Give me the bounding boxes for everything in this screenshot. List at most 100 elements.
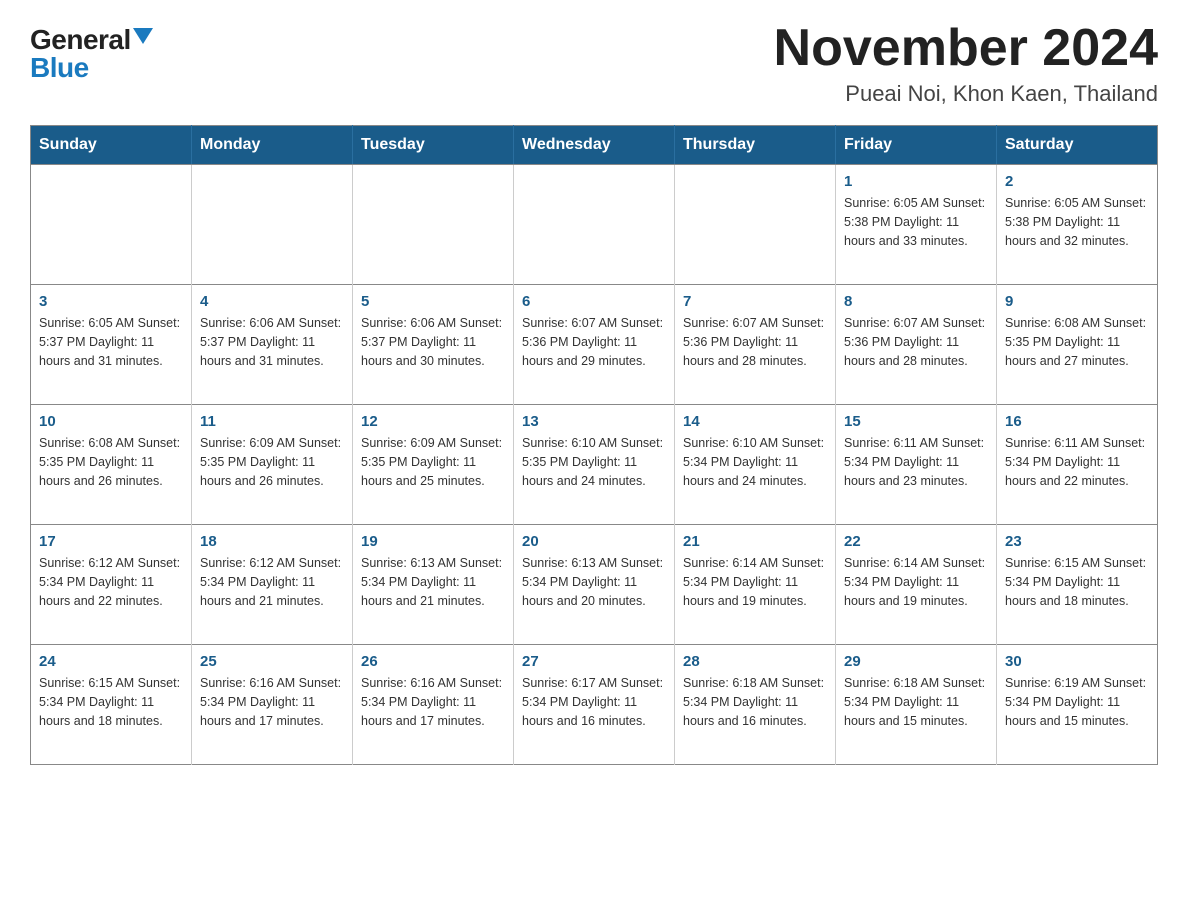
day-number: 6	[522, 293, 666, 310]
day-number: 3	[39, 293, 183, 310]
calendar-day-cell: 19 Sunrise: 6:13 AM Sunset: 5:34 PM Dayli…	[353, 525, 514, 645]
day-number: 20	[522, 533, 666, 550]
day-info: Sunrise: 6:11 AM Sunset: 5:34 PM Dayligh…	[1005, 434, 1149, 490]
day-number: 10	[39, 413, 183, 430]
logo-general-text: General	[30, 26, 131, 54]
day-number: 7	[683, 293, 827, 310]
day-number: 25	[200, 653, 344, 670]
calendar-title-area: November 2024 Pueai Noi, Khon Kaen, Thai…	[774, 20, 1158, 107]
logo-triangle-icon	[133, 28, 153, 44]
calendar-day-cell: 29 Sunrise: 6:18 AM Sunset: 5:34 PM Dayli…	[836, 645, 997, 765]
page-header: General Blue November 2024 Pueai Noi, Kh…	[30, 20, 1158, 107]
calendar-header-row: SundayMondayTuesdayWednesdayThursdayFrid…	[31, 126, 1158, 165]
day-info: Sunrise: 6:13 AM Sunset: 5:34 PM Dayligh…	[361, 554, 505, 610]
day-number: 1	[844, 173, 988, 190]
day-info: Sunrise: 6:05 AM Sunset: 5:37 PM Dayligh…	[39, 314, 183, 370]
calendar-day-cell: 30Sunrise: 6:19 AM Sunset: 5:34 PM Dayli…	[997, 645, 1158, 765]
day-number: 21	[683, 533, 827, 550]
day-info: Sunrise: 6:18 AM Sunset: 5:34 PM Dayligh…	[844, 674, 988, 730]
calendar-day-cell	[192, 165, 353, 285]
calendar-week-row: 3 Sunrise: 6:05 AM Sunset: 5:37 PM Daylig…	[31, 285, 1158, 405]
calendar-week-row: 10 Sunrise: 6:08 AM Sunset: 5:35 PM Dayli…	[31, 405, 1158, 525]
day-number: 8	[844, 293, 988, 310]
calendar-day-cell: 2 Sunrise: 6:05 AM Sunset: 5:38 PM Daylig…	[997, 165, 1158, 285]
calendar-day-cell: 1 Sunrise: 6:05 AM Sunset: 5:38 PM Daylig…	[836, 165, 997, 285]
day-number: 14	[683, 413, 827, 430]
day-number: 15	[844, 413, 988, 430]
calendar-day-cell: 3 Sunrise: 6:05 AM Sunset: 5:37 PM Daylig…	[31, 285, 192, 405]
calendar-table: SundayMondayTuesdayWednesdayThursdayFrid…	[30, 125, 1158, 765]
calendar-day-cell: 4 Sunrise: 6:06 AM Sunset: 5:37 PM Daylig…	[192, 285, 353, 405]
logo: General Blue	[30, 20, 153, 82]
day-number: 18	[200, 533, 344, 550]
calendar-day-cell: 15Sunrise: 6:11 AM Sunset: 5:34 PM Dayli…	[836, 405, 997, 525]
day-number: 28	[683, 653, 827, 670]
calendar-day-cell: 9Sunrise: 6:08 AM Sunset: 5:35 PM Daylig…	[997, 285, 1158, 405]
day-number: 29	[844, 653, 988, 670]
day-info: Sunrise: 6:07 AM Sunset: 5:36 PM Dayligh…	[844, 314, 988, 370]
day-info: Sunrise: 6:06 AM Sunset: 5:37 PM Dayligh…	[200, 314, 344, 370]
day-number: 11	[200, 413, 344, 430]
calendar-day-cell: 5Sunrise: 6:06 AM Sunset: 5:37 PM Daylig…	[353, 285, 514, 405]
day-number: 27	[522, 653, 666, 670]
calendar-week-row: 17Sunrise: 6:12 AM Sunset: 5:34 PM Dayli…	[31, 525, 1158, 645]
calendar-day-cell: 28 Sunrise: 6:18 AM Sunset: 5:34 PM Dayli…	[675, 645, 836, 765]
day-info: Sunrise: 6:14 AM Sunset: 5:34 PM Dayligh…	[844, 554, 988, 610]
calendar-day-cell: 24Sunrise: 6:15 AM Sunset: 5:34 PM Dayli…	[31, 645, 192, 765]
calendar-header-cell-friday: Friday	[836, 126, 997, 165]
day-number: 4	[200, 293, 344, 310]
day-info: Sunrise: 6:05 AM Sunset: 5:38 PM Dayligh…	[844, 194, 988, 250]
day-number: 19	[361, 533, 505, 550]
day-info: Sunrise: 6:19 AM Sunset: 5:34 PM Dayligh…	[1005, 674, 1149, 730]
calendar-day-cell	[514, 165, 675, 285]
logo-blue-text: Blue	[30, 54, 89, 82]
calendar-day-cell: 7 Sunrise: 6:07 AM Sunset: 5:36 PM Daylig…	[675, 285, 836, 405]
day-info: Sunrise: 6:10 AM Sunset: 5:35 PM Dayligh…	[522, 434, 666, 490]
calendar-header-cell-wednesday: Wednesday	[514, 126, 675, 165]
calendar-day-cell: 18Sunrise: 6:12 AM Sunset: 5:34 PM Dayli…	[192, 525, 353, 645]
day-info: Sunrise: 6:12 AM Sunset: 5:34 PM Dayligh…	[39, 554, 183, 610]
calendar-day-cell: 26Sunrise: 6:16 AM Sunset: 5:34 PM Dayli…	[353, 645, 514, 765]
calendar-day-cell: 11 Sunrise: 6:09 AM Sunset: 5:35 PM Dayli…	[192, 405, 353, 525]
calendar-body: 1 Sunrise: 6:05 AM Sunset: 5:38 PM Daylig…	[31, 165, 1158, 765]
calendar-header-cell-tuesday: Tuesday	[353, 126, 514, 165]
day-info: Sunrise: 6:07 AM Sunset: 5:36 PM Dayligh…	[683, 314, 827, 370]
calendar-title: November 2024	[774, 20, 1158, 77]
day-number: 2	[1005, 173, 1149, 190]
calendar-header-cell-saturday: Saturday	[997, 126, 1158, 165]
calendar-day-cell: 25 Sunrise: 6:16 AM Sunset: 5:34 PM Dayli…	[192, 645, 353, 765]
calendar-day-cell	[353, 165, 514, 285]
day-info: Sunrise: 6:13 AM Sunset: 5:34 PM Dayligh…	[522, 554, 666, 610]
day-info: Sunrise: 6:09 AM Sunset: 5:35 PM Dayligh…	[200, 434, 344, 490]
day-number: 22	[844, 533, 988, 550]
calendar-day-cell	[675, 165, 836, 285]
calendar-day-cell: 8 Sunrise: 6:07 AM Sunset: 5:36 PM Daylig…	[836, 285, 997, 405]
day-number: 13	[522, 413, 666, 430]
calendar-header: SundayMondayTuesdayWednesdayThursdayFrid…	[31, 126, 1158, 165]
day-info: Sunrise: 6:05 AM Sunset: 5:38 PM Dayligh…	[1005, 194, 1149, 250]
calendar-day-cell	[31, 165, 192, 285]
calendar-day-cell: 20 Sunrise: 6:13 AM Sunset: 5:34 PM Dayli…	[514, 525, 675, 645]
day-number: 24	[39, 653, 183, 670]
calendar-week-row: 24Sunrise: 6:15 AM Sunset: 5:34 PM Dayli…	[31, 645, 1158, 765]
calendar-day-cell: 16 Sunrise: 6:11 AM Sunset: 5:34 PM Dayli…	[997, 405, 1158, 525]
calendar-day-cell: 21Sunrise: 6:14 AM Sunset: 5:34 PM Dayli…	[675, 525, 836, 645]
day-info: Sunrise: 6:09 AM Sunset: 5:35 PM Dayligh…	[361, 434, 505, 490]
day-info: Sunrise: 6:08 AM Sunset: 5:35 PM Dayligh…	[39, 434, 183, 490]
day-info: Sunrise: 6:16 AM Sunset: 5:34 PM Dayligh…	[361, 674, 505, 730]
calendar-day-cell: 12 Sunrise: 6:09 AM Sunset: 5:35 PM Dayli…	[353, 405, 514, 525]
calendar-day-cell: 23Sunrise: 6:15 AM Sunset: 5:34 PM Dayli…	[997, 525, 1158, 645]
day-info: Sunrise: 6:18 AM Sunset: 5:34 PM Dayligh…	[683, 674, 827, 730]
day-info: Sunrise: 6:07 AM Sunset: 5:36 PM Dayligh…	[522, 314, 666, 370]
day-number: 5	[361, 293, 505, 310]
day-info: Sunrise: 6:16 AM Sunset: 5:34 PM Dayligh…	[200, 674, 344, 730]
calendar-subtitle: Pueai Noi, Khon Kaen, Thailand	[774, 81, 1158, 107]
calendar-header-cell-sunday: Sunday	[31, 126, 192, 165]
day-number: 12	[361, 413, 505, 430]
calendar-day-cell: 10 Sunrise: 6:08 AM Sunset: 5:35 PM Dayli…	[31, 405, 192, 525]
day-info: Sunrise: 6:17 AM Sunset: 5:34 PM Dayligh…	[522, 674, 666, 730]
calendar-day-cell: 6 Sunrise: 6:07 AM Sunset: 5:36 PM Daylig…	[514, 285, 675, 405]
day-number: 16	[1005, 413, 1149, 430]
calendar-day-cell: 14Sunrise: 6:10 AM Sunset: 5:34 PM Dayli…	[675, 405, 836, 525]
calendar-header-cell-monday: Monday	[192, 126, 353, 165]
